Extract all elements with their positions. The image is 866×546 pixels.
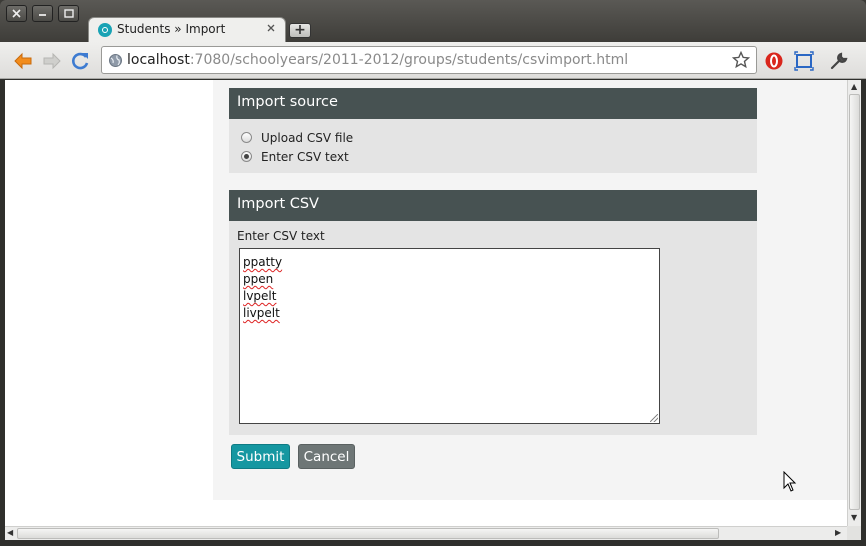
globe-icon — [109, 54, 122, 67]
csv-textarea[interactable]: ppatty ppen lvpelt livpelt — [239, 248, 660, 424]
close-icon — [12, 9, 21, 18]
resize-grip-icon[interactable] — [650, 414, 658, 422]
horizontal-scrollbar[interactable]: ◀ ▶ — [5, 526, 847, 540]
scrollbar-corner — [847, 526, 861, 540]
submit-button[interactable]: Submit — [231, 444, 290, 469]
horizontal-scroll-thumb[interactable] — [17, 528, 719, 539]
forward-arrow-icon — [43, 52, 61, 70]
schooltool-icon — [98, 23, 112, 37]
vertical-scroll-thumb[interactable] — [849, 94, 860, 510]
csv-line: ppatty — [243, 255, 283, 269]
csv-line: ppen — [243, 272, 274, 286]
tab-close-icon[interactable] — [265, 23, 277, 35]
import-csv-heading: Import CSV — [229, 190, 757, 221]
screen-capture-icon[interactable] — [794, 51, 814, 71]
minimize-window-button[interactable] — [32, 5, 53, 22]
csv-line: lvpelt — [243, 289, 277, 303]
bookmark-star-icon[interactable] — [732, 51, 750, 69]
scroll-down-icon[interactable]: ▼ — [851, 513, 857, 523]
url-text: localhost:7080/schoolyears/2011-2012/gro… — [127, 52, 628, 68]
import-source-panel: Upload CSV file Enter CSV text — [229, 119, 757, 173]
radio-enter-csv-label[interactable]: Enter CSV text — [261, 150, 349, 164]
tab-title: Students » Import — [117, 22, 226, 36]
radio-enter-csv-input[interactable] — [241, 151, 252, 162]
csv-text-label: Enter CSV text — [237, 229, 325, 243]
address-bar[interactable]: localhost:7080/schoolyears/2011-2012/gro… — [101, 46, 757, 74]
minimize-icon — [39, 14, 46, 16]
back-arrow-icon — [14, 52, 32, 70]
radio-upload-csv-label[interactable]: Upload CSV file — [261, 131, 353, 145]
new-tab-button[interactable]: + — [289, 23, 311, 38]
forward-button[interactable] — [41, 51, 63, 71]
url-host: localhost — [127, 52, 190, 68]
wrench-menu-icon[interactable] — [829, 51, 849, 71]
cancel-button[interactable]: Cancel — [298, 444, 355, 469]
scroll-left-icon[interactable]: ◀ — [7, 528, 13, 538]
vertical-scrollbar[interactable]: ▲ ▼ — [847, 80, 861, 526]
page-viewport: Import source Upload CSV file Enter CSV … — [5, 80, 847, 526]
radio-upload-csv-input[interactable] — [241, 132, 252, 143]
tab-students-import[interactable]: Students » Import — [88, 17, 286, 43]
maximize-icon — [63, 9, 74, 18]
title-bar: Students » Import + — [0, 0, 866, 43]
csv-line: livpelt — [243, 306, 280, 320]
close-window-button[interactable] — [6, 5, 27, 22]
import-source-heading: Import source — [229, 88, 757, 119]
reload-icon — [72, 52, 89, 70]
browser-window: Students » Import + localhost:7080/schoo… — [0, 0, 866, 546]
mouse-pointer-icon — [783, 471, 797, 492]
browser-toolbar: localhost:7080/schoolyears/2011-2012/gro… — [0, 42, 866, 79]
opera-extension-icon[interactable] — [764, 51, 784, 71]
scroll-right-icon[interactable]: ▶ — [835, 528, 841, 538]
import-csv-panel: Enter CSV text ppatty ppen lvpelt livpel… — [229, 221, 757, 435]
scroll-up-icon[interactable]: ▲ — [851, 82, 857, 92]
reload-button[interactable] — [70, 51, 92, 71]
url-path: :7080/schoolyears/2011-2012/groups/stude… — [189, 52, 629, 68]
back-button[interactable] — [12, 51, 34, 71]
maximize-window-button[interactable] — [58, 5, 79, 22]
